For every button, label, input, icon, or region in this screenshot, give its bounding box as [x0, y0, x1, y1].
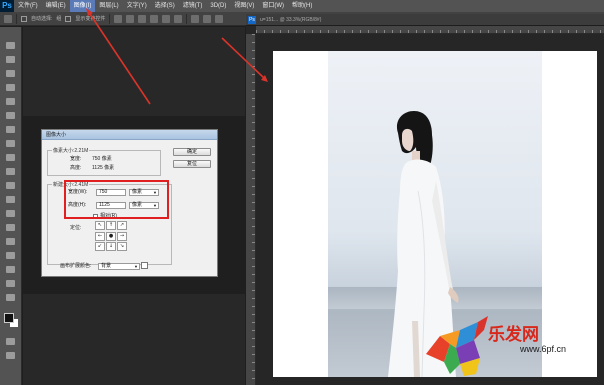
arrow-head-icon	[86, 8, 93, 16]
foreground-color-swatch[interactable]	[4, 313, 14, 323]
watermark-logo-icon	[426, 316, 488, 376]
watermark-text: 乐发网	[488, 325, 539, 345]
watermark-url: www.6pf.cn	[520, 344, 567, 354]
annotation-arrow-menu	[89, 13, 151, 105]
annotation-arrow-canvas	[221, 37, 265, 79]
